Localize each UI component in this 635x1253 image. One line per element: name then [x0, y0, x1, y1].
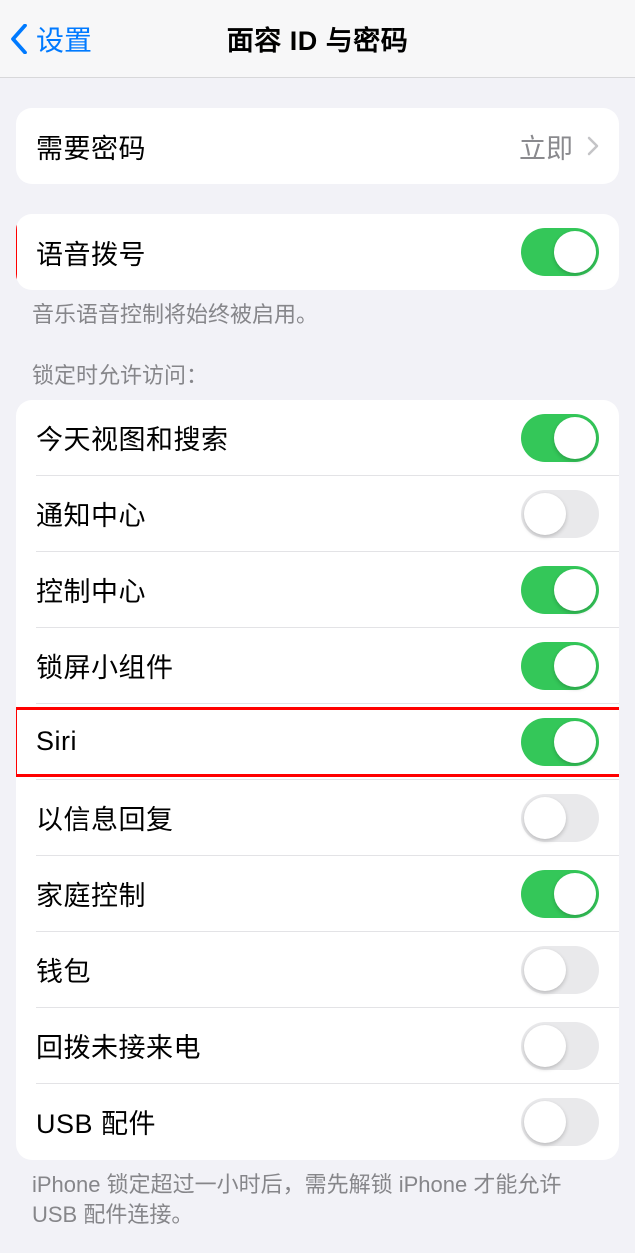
voice-dial-label: 语音拨号 — [36, 233, 146, 272]
chevron-right-icon — [587, 136, 599, 156]
today-view-row: 今天视图和搜索 — [16, 400, 619, 476]
wallet-row: 钱包 — [16, 932, 619, 1008]
return-calls-row: 回拨未接来电 — [16, 1008, 619, 1084]
siri-row: Siri — [16, 704, 619, 780]
voice-dial-footer: 音乐语音控制将始终被启用。 — [0, 290, 635, 331]
lock-widgets-label: 锁屏小组件 — [36, 646, 174, 685]
usb-accessories-toggle[interactable] — [521, 1098, 599, 1146]
lock-widgets-row: 锁屏小组件 — [16, 628, 619, 704]
voice-dial-group: 语音拨号 — [16, 214, 619, 290]
control-center-toggle[interactable] — [521, 566, 599, 614]
require-passcode-value: 立即 — [519, 127, 599, 166]
wallet-label: 钱包 — [36, 950, 91, 989]
notification-center-label: 通知中心 — [36, 494, 146, 533]
control-center-label: 控制中心 — [36, 570, 146, 609]
reply-message-toggle[interactable] — [521, 794, 599, 842]
wallet-toggle[interactable] — [521, 946, 599, 994]
lock-access-group: 今天视图和搜索 通知中心 控制中心 锁屏小组件 Siri 以信息回复 家庭控制 — [16, 400, 619, 1160]
usb-accessories-label: USB 配件 — [36, 1102, 156, 1141]
require-passcode-row[interactable]: 需要密码 立即 — [16, 108, 619, 184]
siri-toggle[interactable] — [521, 718, 599, 766]
reply-message-row: 以信息回复 — [16, 780, 619, 856]
today-view-toggle[interactable] — [521, 414, 599, 462]
home-control-toggle[interactable] — [521, 870, 599, 918]
back-label: 设置 — [36, 19, 92, 59]
home-control-label: 家庭控制 — [36, 874, 146, 913]
control-center-row: 控制中心 — [16, 552, 619, 628]
reply-message-label: 以信息回复 — [36, 798, 174, 837]
lock-widgets-toggle[interactable] — [521, 642, 599, 690]
usb-accessories-row: USB 配件 — [16, 1084, 619, 1160]
home-control-row: 家庭控制 — [16, 856, 619, 932]
notification-center-toggle[interactable] — [521, 490, 599, 538]
page-title: 面容 ID 与密码 — [227, 19, 409, 58]
back-button[interactable]: 设置 — [10, 19, 92, 59]
siri-label: Siri — [36, 726, 77, 757]
require-passcode-label: 需要密码 — [36, 127, 146, 166]
voice-dial-toggle[interactable] — [521, 228, 599, 276]
lock-access-header: 锁定时允许访问： — [0, 331, 635, 400]
return-calls-toggle[interactable] — [521, 1022, 599, 1070]
lock-access-footer: iPhone 锁定超过一小时后，需先解锁 iPhone 才能允许USB 配件连接… — [0, 1160, 635, 1232]
notification-center-row: 通知中心 — [16, 476, 619, 552]
require-passcode-group: 需要密码 立即 — [16, 108, 619, 184]
today-view-label: 今天视图和搜索 — [36, 418, 229, 457]
return-calls-label: 回拨未接来电 — [36, 1026, 201, 1065]
navigation-bar: 设置 面容 ID 与密码 — [0, 0, 635, 78]
chevron-left-icon — [10, 24, 28, 54]
voice-dial-row: 语音拨号 — [16, 214, 619, 290]
